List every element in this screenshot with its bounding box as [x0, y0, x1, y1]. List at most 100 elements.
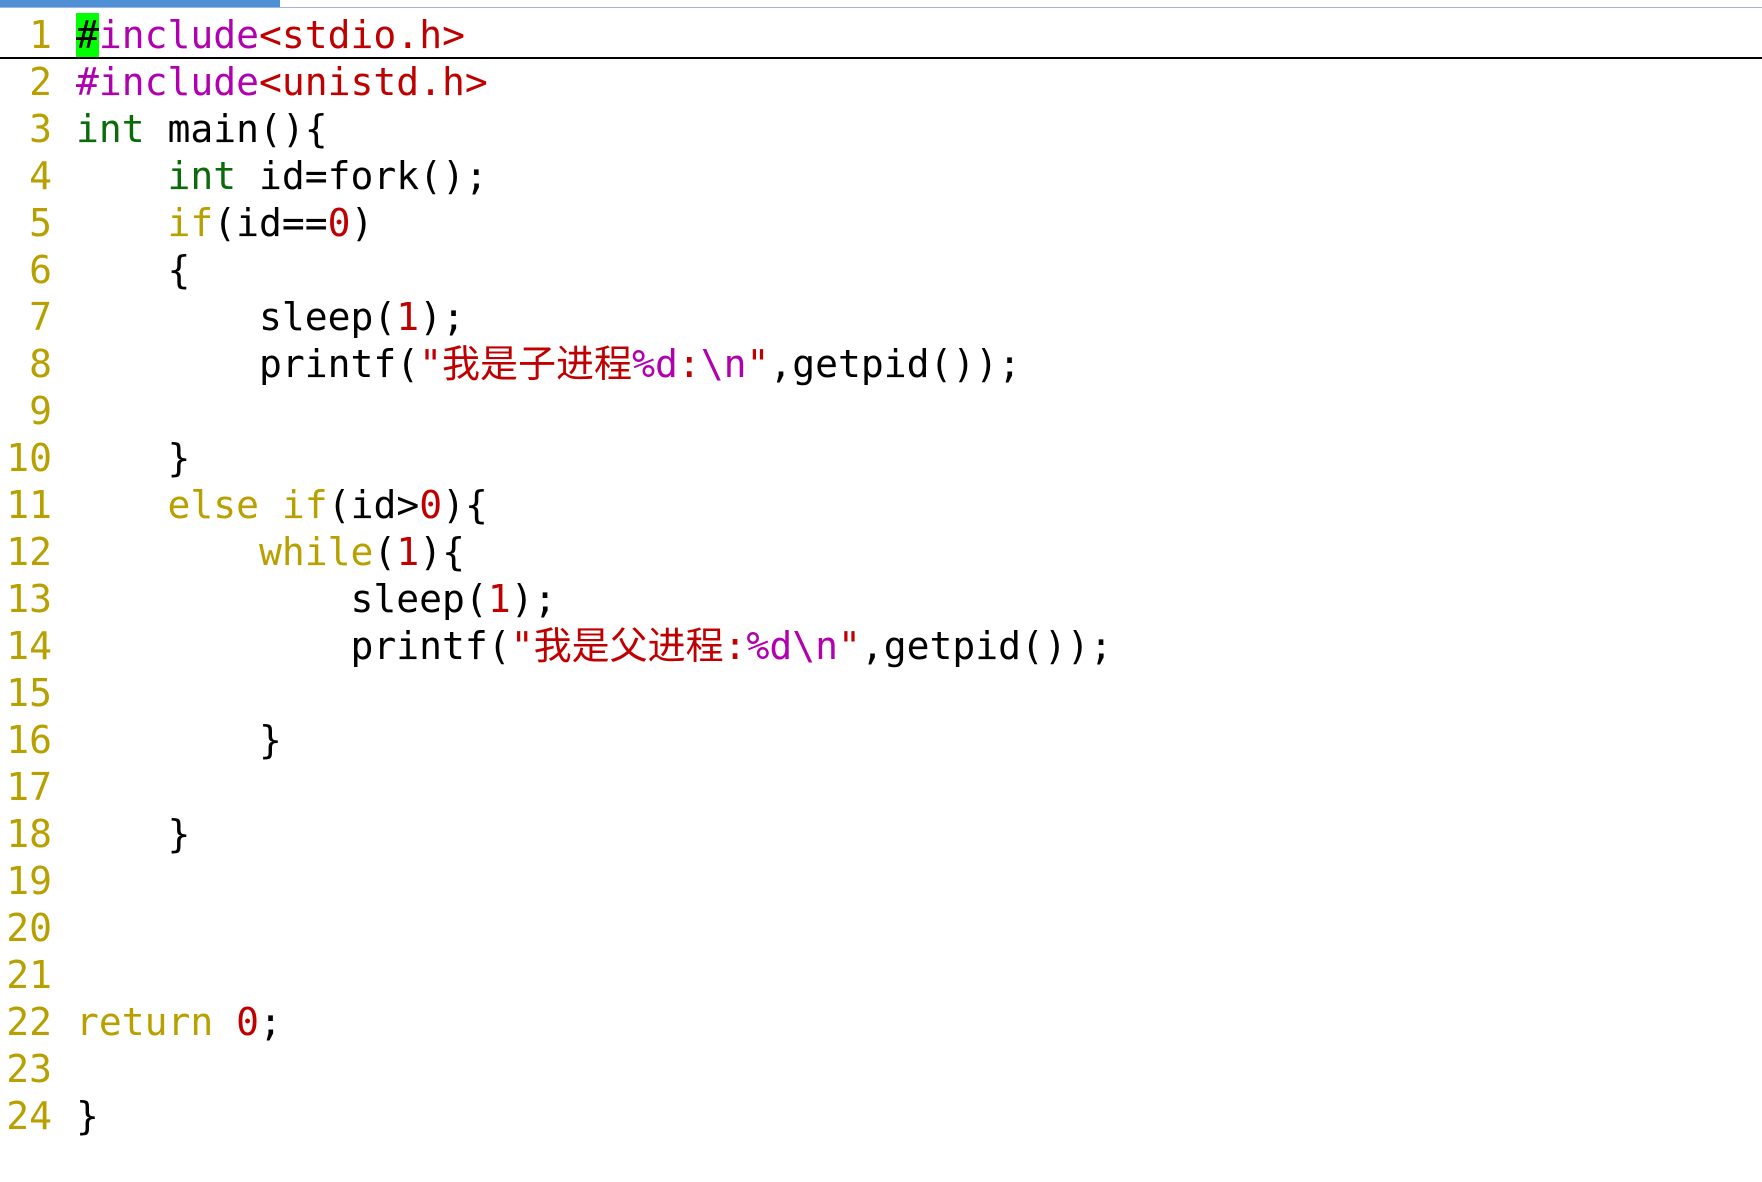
line-code[interactable]: sleep(1); — [76, 576, 557, 623]
code-line[interactable]: 5 if(id==0) — [0, 200, 1762, 247]
code-token: 1 — [487, 577, 511, 621]
code-line[interactable]: 9 — [0, 388, 1762, 435]
code-line[interactable]: 21 — [0, 952, 1762, 999]
line-code[interactable]: else if(id>0){ — [76, 482, 488, 529]
code-token: \n — [700, 342, 747, 386]
line-code[interactable]: } — [76, 717, 282, 764]
line-number: 16 — [6, 718, 52, 762]
code-line[interactable]: 20 — [0, 905, 1762, 952]
line-number: 7 — [29, 295, 52, 339]
code-token: (id> — [327, 483, 420, 527]
code-token: printf( — [76, 342, 420, 386]
line-code[interactable]: sleep(1); — [76, 294, 465, 341]
code-token: { — [76, 248, 191, 292]
code-line[interactable]: 6 { — [0, 247, 1762, 294]
code-token: 0 — [236, 1000, 260, 1044]
code-line[interactable]: 22 return 0; — [0, 999, 1762, 1046]
active-tab-edge — [0, 0, 280, 7]
code-line[interactable]: 2 #include<unistd.h> — [0, 59, 1762, 106]
line-code[interactable]: #include<unistd.h> — [76, 59, 488, 106]
line-code[interactable]: printf("我是父进程:%d\n",getpid()); — [76, 623, 1113, 670]
code-line[interactable]: 11 else if(id>0){ — [0, 482, 1762, 529]
line-number: 8 — [29, 342, 52, 386]
code-line[interactable]: 7 sleep(1); — [0, 294, 1762, 341]
code-token: ); — [419, 295, 465, 339]
code-token: sleep( — [76, 577, 488, 621]
line-number: 14 — [6, 624, 52, 668]
line-number: 17 — [6, 765, 52, 809]
line-number: 13 — [6, 577, 52, 621]
code-line[interactable]: 4 int id=fork(); — [0, 153, 1762, 200]
code-token: int — [76, 107, 145, 151]
text-cursor: # — [76, 13, 99, 57]
line-number: 9 — [29, 389, 52, 433]
line-number: 21 — [6, 953, 52, 997]
line-number: 15 — [6, 671, 52, 715]
code-line[interactable]: 10 } — [0, 435, 1762, 482]
line-code[interactable]: while(1){ — [76, 529, 465, 576]
code-token: 1 — [396, 530, 420, 574]
code-token: ) — [350, 201, 374, 245]
line-code[interactable]: if(id==0) — [76, 200, 374, 247]
code-token: printf( — [76, 624, 511, 668]
line-number: 12 — [6, 530, 52, 574]
code-editor[interactable]: 1 #include<stdio.h> 2 #include<unistd.h> 3 in… — [0, 12, 1762, 1140]
code-line[interactable]: 17 — [0, 764, 1762, 811]
line-code[interactable]: } — [76, 435, 191, 482]
code-token: ,getpid()); — [769, 342, 1022, 386]
line-number: 1 — [29, 13, 52, 57]
code-token: id=fork(); — [236, 154, 488, 198]
code-token: else — [167, 483, 260, 527]
code-line[interactable]: 14 printf("我是父进程:%d\n",getpid()); — [0, 623, 1762, 670]
line-number: 18 — [6, 812, 52, 856]
code-line[interactable]: 24} — [0, 1093, 1762, 1140]
code-token: ; — [259, 1000, 282, 1044]
code-token: include — [98, 13, 260, 57]
code-token: 1 — [396, 295, 420, 339]
code-line[interactable]: 19 — [0, 858, 1762, 905]
code-token: \n — [792, 624, 838, 668]
code-line[interactable]: 16 } — [0, 717, 1762, 764]
line-number: 24 — [6, 1094, 52, 1138]
line-number: 23 — [6, 1047, 52, 1091]
line-code[interactable]: printf("我是子进程%d:\n",getpid()); — [76, 341, 1021, 388]
code-line[interactable]: 15 — [0, 670, 1762, 717]
line-code[interactable]: } — [76, 1093, 99, 1140]
code-token: "我是父进程: — [510, 624, 747, 668]
code-line[interactable]: 8 printf("我是子进程%d:\n",getpid()); — [0, 341, 1762, 388]
code-token: sleep( — [76, 295, 397, 339]
line-code[interactable]: int id=fork(); — [76, 153, 488, 200]
line-number: 2 — [29, 60, 52, 104]
code-token: " — [746, 342, 770, 386]
code-token: return — [76, 1000, 214, 1044]
code-line[interactable]: 23 — [0, 1046, 1762, 1093]
line-code[interactable]: #include<stdio.h> — [76, 12, 465, 59]
code-token: " — [837, 624, 861, 668]
code-token: %d — [632, 342, 678, 386]
code-token: ( — [373, 530, 397, 574]
line-number: 19 — [6, 859, 52, 903]
code-token: main(){ — [144, 107, 328, 151]
code-token: ); — [510, 577, 557, 621]
code-line[interactable]: 3 int main(){ — [0, 106, 1762, 153]
code-token: 0 — [327, 201, 351, 245]
line-code[interactable]: } — [76, 811, 191, 858]
code-line[interactable]: 13 sleep(1); — [0, 576, 1762, 623]
code-line[interactable]: 18 } — [0, 811, 1762, 858]
code-token: if — [167, 201, 214, 245]
line-code[interactable]: return 0; — [76, 999, 282, 1046]
line-number: 4 — [29, 154, 52, 198]
code-line[interactable]: 1 #include<stdio.h> — [0, 12, 1762, 59]
line-code[interactable]: int main(){ — [76, 106, 328, 153]
code-token: } — [76, 718, 282, 762]
code-line[interactable]: 12 while(1){ — [0, 529, 1762, 576]
line-number: 6 — [29, 248, 52, 292]
code-token: (id== — [213, 201, 328, 245]
line-code[interactable]: { — [76, 247, 191, 294]
line-number: 11 — [6, 483, 52, 527]
